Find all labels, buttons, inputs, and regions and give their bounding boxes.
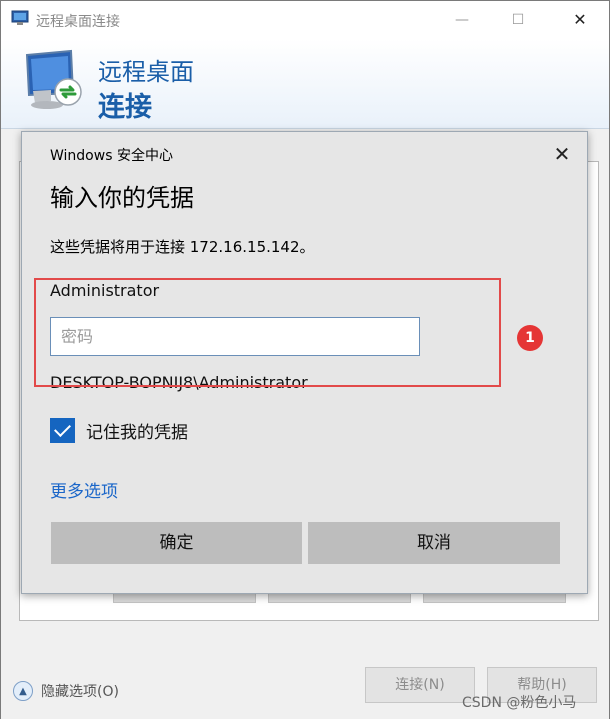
banner: 远程桌面 连接 bbox=[1, 39, 609, 129]
window-title: 远程桌面连接 bbox=[36, 14, 120, 30]
remember-credentials-checkbox[interactable]: 记住我的凭据 bbox=[50, 418, 188, 443]
dialog-description: 这些凭据将用于连接 172.16.15.142。 bbox=[50, 238, 315, 256]
dialog-header: Windows 安全中心 bbox=[50, 148, 173, 164]
annotation-badge: 1 bbox=[517, 325, 543, 351]
connect-button[interactable]: 连接(N) bbox=[365, 667, 475, 703]
ok-button[interactable]: 确定 bbox=[51, 522, 302, 564]
hide-options-toggle[interactable]: ▲ 隐藏选项(O) bbox=[13, 681, 119, 701]
window-titlebar: 远程桌面连接 — ☐ ✕ bbox=[1, 1, 609, 39]
banner-title-line2: 连接 bbox=[98, 92, 152, 123]
remote-desktop-monitor-icon bbox=[25, 49, 82, 109]
checkbox-checked-icon[interactable] bbox=[50, 418, 75, 443]
maximize-button[interactable]: ☐ bbox=[495, 5, 541, 35]
more-options-link[interactable]: 更多选项 bbox=[50, 477, 118, 502]
remote-desktop-icon bbox=[11, 10, 29, 25]
hide-options-label: 隐藏选项(O) bbox=[41, 684, 119, 700]
dialog-heading: 输入你的凭据 bbox=[50, 184, 194, 212]
banner-title-line1: 远程桌面 bbox=[98, 58, 194, 86]
minimize-button[interactable]: — bbox=[439, 5, 485, 35]
watermark: CSDN @粉色小马 bbox=[462, 695, 577, 711]
annotation-highlight-box bbox=[34, 278, 501, 387]
cancel-button[interactable]: 取消 bbox=[308, 522, 560, 564]
window-close-button[interactable]: ✕ bbox=[557, 5, 603, 35]
dialog-close-button[interactable]: ✕ bbox=[551, 143, 573, 165]
chevron-up-icon: ▲ bbox=[13, 681, 33, 701]
remember-credentials-label: 记住我的凭据 bbox=[86, 423, 188, 443]
